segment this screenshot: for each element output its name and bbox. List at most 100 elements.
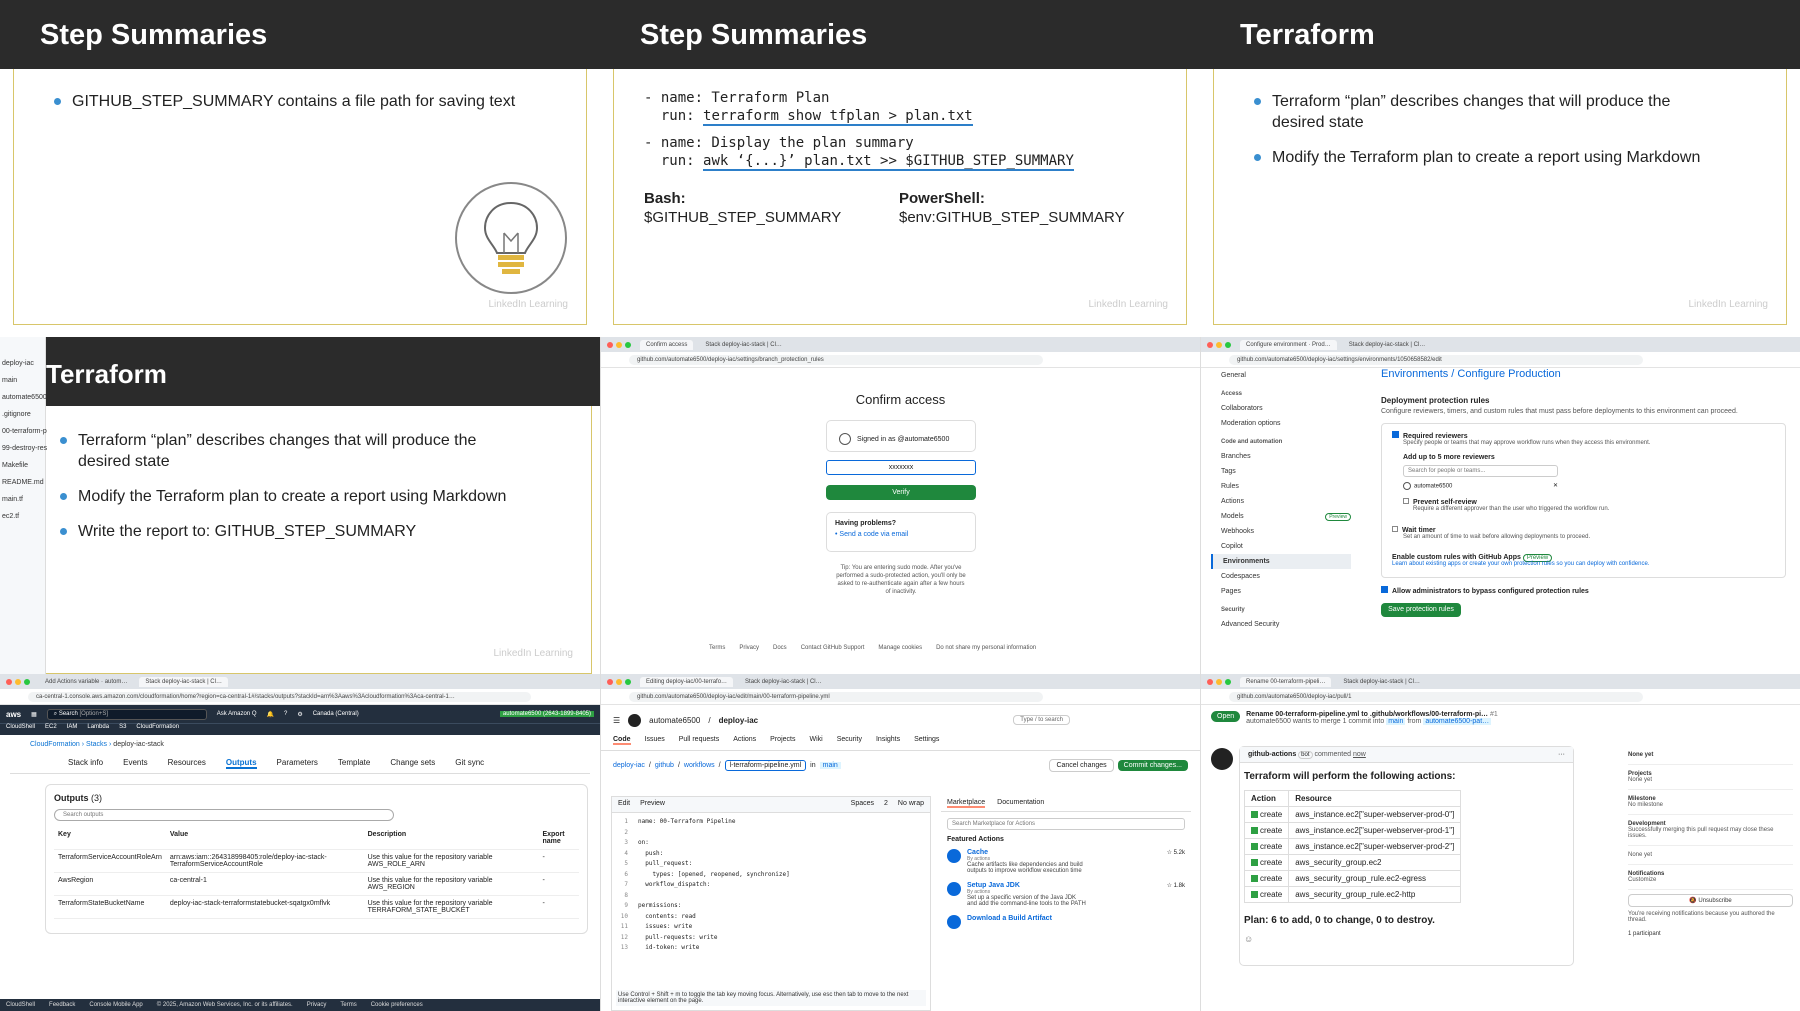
sidebar-item[interactable]: General (1211, 368, 1351, 383)
repo-nav-item[interactable]: Pull requests (679, 736, 719, 745)
service-shortcut[interactable]: CloudShell (6, 724, 35, 735)
sidebar-item[interactable]: Environments (1211, 554, 1351, 569)
indent-size-select[interactable]: 2 (884, 800, 888, 809)
stack-tab[interactable]: Outputs (225, 758, 257, 769)
marketplace-search-input[interactable]: Search Marketplace for Actions (947, 818, 1185, 830)
custom-rules-link[interactable]: Learn about existing apps or create your… (1392, 561, 1775, 567)
url-field[interactable]: github.com/automate6500/deploy-iac/setti… (1229, 354, 1643, 365)
url-field[interactable]: ca-central-1.console.aws.amazon.com/clou… (28, 691, 532, 702)
stack-tab[interactable]: Stack info (68, 758, 103, 769)
marketplace-action[interactable]: Setup Java JDK By actions Set up a specifi… (947, 882, 1185, 907)
required-reviewers-checkbox[interactable] (1392, 431, 1399, 438)
action-name[interactable]: Cache (967, 849, 1087, 856)
stack-tab[interactable]: Parameters (277, 758, 318, 769)
wrap-select[interactable]: No wrap (898, 800, 924, 809)
apps-icon[interactable]: ▦ (31, 711, 37, 718)
footer-link[interactable]: Console Mobile App (89, 1002, 142, 1008)
browser-tab[interactable]: Stack deploy-iac-stack | Cl… (739, 676, 828, 687)
documentation-tab[interactable]: Documentation (997, 799, 1044, 808)
sidebar-item[interactable]: Collaborators (1211, 401, 1351, 416)
self-review-checkbox[interactable] (1403, 498, 1409, 504)
footer-link[interactable]: © 2025, Amazon Web Services, Inc. or its… (157, 1002, 293, 1008)
github-logo-icon[interactable] (628, 713, 642, 727)
service-shortcut[interactable]: S3 (119, 724, 126, 735)
action-name[interactable]: Setup Java JDK (967, 882, 1087, 889)
column-header[interactable]: Value (165, 827, 364, 850)
commit-changes-button[interactable]: Commit changes... (1117, 760, 1188, 771)
sidebar-item[interactable]: Copilot (1211, 539, 1351, 554)
browser-tab[interactable]: Stack deploy-iac-stack | Cl… (699, 339, 788, 350)
reviewer-search-input[interactable]: Search for people or teams... (1403, 465, 1558, 477)
owner-link[interactable]: automate6500 (649, 716, 700, 725)
repo-nav-item[interactable]: Projects (770, 736, 795, 745)
stack-tab[interactable]: Change sets (390, 758, 435, 769)
more-options-icon[interactable]: ··· (1558, 751, 1565, 758)
marketplace-action[interactable]: Cache By actions Cache artifacts like depe… (947, 849, 1185, 874)
emoji-reaction-icon[interactable]: ☺ (1240, 926, 1573, 944)
url-field[interactable]: github.com/automate6500/deploy-iac/edit/… (629, 691, 1043, 702)
url-field[interactable]: github.com/automate6500/deploy-iac/setti… (629, 354, 1043, 365)
repo-nav-item[interactable]: Settings (914, 736, 939, 745)
sidebar-item[interactable]: Rules (1211, 479, 1351, 494)
password-field[interactable]: xxxxxxx (826, 460, 976, 475)
stack-tab[interactable]: Events (123, 758, 147, 769)
code-editor[interactable]: 1 name: 00-Terraform Pipeline 2 3 on: 4 push:… (612, 813, 930, 954)
repo-nav-item[interactable]: Actions (733, 736, 756, 745)
unsubscribe-button[interactable]: 🔕 Unsubscribe (1628, 894, 1793, 907)
account-badge[interactable]: automate6500 (2643-1899-8405) (499, 711, 594, 717)
browser-tab[interactable]: Add Actions variable · autom… (39, 676, 134, 687)
bell-icon[interactable]: 🔔 (266, 711, 273, 718)
path-segment[interactable]: github (655, 762, 674, 769)
region-selector[interactable]: Canada (Central) (313, 711, 359, 717)
repo-nav-item[interactable]: Security (837, 736, 862, 745)
edit-tab[interactable]: Edit (618, 800, 630, 809)
service-shortcut[interactable]: EC2 (45, 724, 57, 735)
stack-tab[interactable]: Git sync (455, 758, 484, 769)
ask-amazon-q[interactable]: Ask Amazon Q (217, 711, 257, 717)
path-segment[interactable]: workflows (684, 762, 715, 769)
sidebar-item[interactable]: Tags (1211, 464, 1351, 479)
column-header[interactable]: Key (54, 827, 166, 850)
wait-timer-checkbox[interactable] (1392, 526, 1398, 532)
bypass-checkbox[interactable] (1381, 586, 1388, 593)
footer-link[interactable]: Do not share my personal information (936, 645, 1036, 651)
repo-nav-item[interactable]: Issues (645, 736, 665, 745)
repo-link[interactable]: deploy-iac (719, 716, 759, 725)
breadcrumb-item[interactable]: CloudFormation (30, 741, 80, 748)
footer-link[interactable]: Terms (340, 1002, 356, 1008)
path-segment[interactable]: deploy-iac (613, 762, 645, 769)
footer-link[interactable]: Privacy (739, 645, 759, 651)
comment-author[interactable]: github-actions (1248, 751, 1296, 758)
browser-tab[interactable]: Rename 00-terraform-pipeli… (1240, 676, 1332, 687)
search-input[interactable]: Type / to search (1013, 715, 1070, 725)
cancel-changes-button[interactable]: Cancel changes (1049, 759, 1114, 772)
column-header[interactable]: Description (363, 827, 539, 850)
preview-tab[interactable]: Preview (640, 800, 665, 809)
marketplace-action[interactable]: Download a Build Artifact (947, 915, 1185, 929)
browser-tab[interactable]: Stack deploy-iac-stack | Cl… (1337, 676, 1426, 687)
search-outputs-input[interactable]: Search outputs (54, 809, 394, 821)
action-name[interactable]: Download a Build Artifact (967, 915, 1087, 922)
service-shortcut[interactable]: IAM (67, 724, 78, 735)
help-icon[interactable]: ? (284, 711, 287, 717)
footer-link[interactable]: Manage cookies (878, 645, 922, 651)
gear-icon[interactable]: ⚙ (297, 711, 302, 718)
stack-tab[interactable]: Template (338, 758, 370, 769)
browser-tab[interactable]: Editing deploy-iac/00-terrafo… (640, 676, 734, 687)
service-shortcut[interactable]: CloudFormation (136, 724, 179, 735)
menu-icon[interactable]: ☰ (613, 716, 620, 725)
footer-link[interactable]: Privacy (307, 1002, 327, 1008)
footer-link[interactable]: Contact GitHub Support (801, 645, 865, 651)
breadcrumb-item[interactable]: Stacks (86, 741, 107, 748)
send-code-link[interactable]: • Send a code via email (835, 531, 967, 538)
sidebar-item[interactable]: Models Preview (1211, 509, 1351, 524)
sidebar-item[interactable]: Actions (1211, 494, 1351, 509)
remove-reviewer-icon[interactable]: ✕ (1553, 482, 1558, 489)
sidebar-item[interactable]: Codespaces (1211, 569, 1351, 584)
service-shortcut[interactable]: Lambda (87, 724, 109, 735)
url-field[interactable]: github.com/automate6500/deploy-iac/pull/… (1229, 691, 1643, 702)
marketplace-tab[interactable]: Marketplace (947, 799, 986, 808)
footer-link[interactable]: Docs (773, 645, 787, 651)
footer-link[interactable]: Terms (709, 645, 725, 651)
sidebar-heading[interactable]: None yet (1628, 752, 1793, 758)
